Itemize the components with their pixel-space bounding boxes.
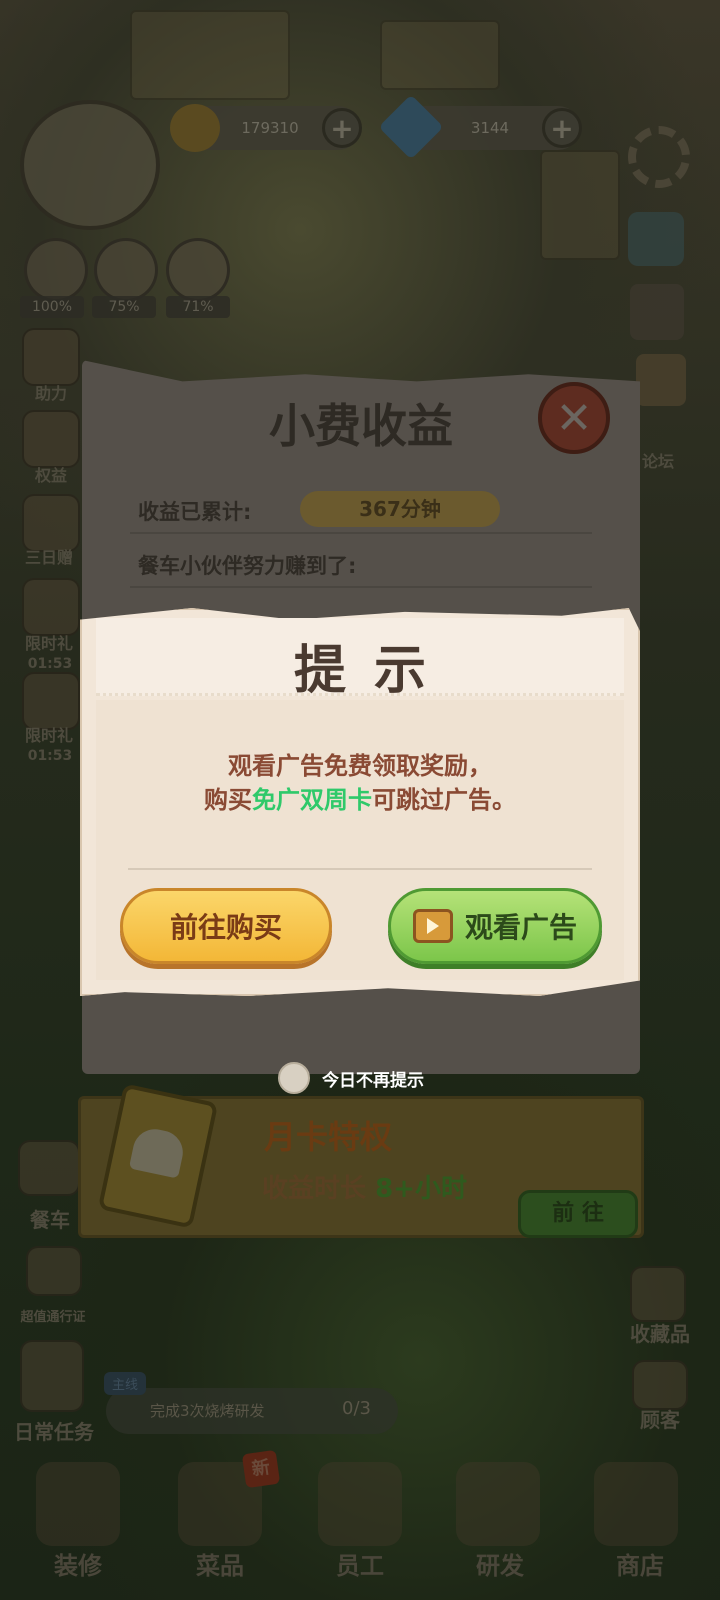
prompt-dialog-title: 提示 bbox=[293, 641, 454, 701]
scenery-shelf bbox=[540, 150, 620, 260]
tv-play-icon bbox=[412, 909, 453, 943]
prompt-divider bbox=[128, 868, 592, 870]
new-badge: 新 bbox=[241, 1449, 281, 1489]
accumulated-value: 367分钟 bbox=[300, 491, 500, 527]
left-menu-limited-1-timer: 01:53 bbox=[27, 656, 73, 672]
coin-icon bbox=[170, 104, 220, 152]
stat-icon-3 bbox=[166, 238, 230, 302]
rights-icon[interactable] bbox=[22, 410, 80, 468]
main-task-bar[interactable]: 主线 完成3次烧烤研发 0/3 bbox=[104, 1372, 398, 1434]
limited-gift-icon-1[interactable] bbox=[22, 578, 80, 636]
monthly-card-subtitle: 收益时长 8+小时 bbox=[262, 1168, 467, 1205]
watch-ad-button[interactable]: 观看广告 bbox=[388, 888, 602, 964]
nav-decoration[interactable]: 装修 bbox=[28, 1546, 128, 1581]
collection-icon[interactable] bbox=[630, 1266, 686, 1322]
assist-icon[interactable] bbox=[22, 328, 80, 386]
food-truck-icon[interactable] bbox=[18, 1140, 80, 1196]
left-menu-limited-2[interactable]: 限时礼 bbox=[16, 722, 82, 746]
monthly-card-subtitle-prefix: 收益时长 bbox=[262, 1174, 376, 1204]
calendar-icon[interactable] bbox=[630, 284, 684, 340]
menu-list-icon[interactable] bbox=[628, 212, 684, 266]
task-tag: 主线 bbox=[104, 1372, 147, 1395]
nav-staff[interactable]: 员工 bbox=[310, 1546, 410, 1581]
stat-icon-1 bbox=[24, 238, 88, 302]
add-gems-button[interactable]: + bbox=[542, 108, 582, 148]
prompt-message-line1: 观看广告免费领取奖励， bbox=[228, 752, 492, 780]
left-menu-battle-pass[interactable]: 超值通行证 bbox=[8, 1306, 98, 1325]
chef-hat-badge[interactable] bbox=[20, 100, 160, 230]
customer-icon[interactable] bbox=[632, 1360, 688, 1410]
right-menu-customer[interactable]: 顾客 bbox=[630, 1404, 690, 1433]
close-icon[interactable]: ✕ bbox=[538, 382, 610, 454]
monthly-card-go-button[interactable]: 前 往 bbox=[518, 1190, 638, 1238]
task-text: 完成3次烧烤研发 bbox=[150, 1402, 265, 1420]
left-menu-assist[interactable]: 助力 bbox=[22, 380, 80, 404]
shop-icon[interactable] bbox=[594, 1462, 678, 1546]
daily-task-icon[interactable] bbox=[20, 1340, 84, 1412]
add-coins-button[interactable]: + bbox=[322, 108, 362, 148]
prompt-line2-prefix: 购买 bbox=[204, 786, 252, 814]
go-buy-label: 前往购买 bbox=[169, 911, 282, 944]
watch-ad-label: 观看广告 bbox=[464, 911, 577, 944]
left-menu-rights[interactable]: 权益 bbox=[22, 462, 80, 486]
no-remind-toggle[interactable]: 今日不再提示 bbox=[278, 1062, 424, 1094]
stat-percent-1: 100% bbox=[20, 296, 84, 318]
task-progress: 0/3 bbox=[342, 1398, 371, 1419]
divider bbox=[130, 532, 592, 534]
gem-value: 3144 bbox=[470, 119, 510, 137]
stat-icon-2 bbox=[94, 238, 158, 302]
chef-hat-icon bbox=[128, 1125, 187, 1179]
settings-gear-icon[interactable] bbox=[628, 126, 690, 188]
left-menu-three-day[interactable]: 三日赠 bbox=[14, 544, 84, 568]
accumulated-label: 收益已累计: bbox=[138, 500, 252, 524]
ad-free-card-link: 免广双周卡 bbox=[252, 786, 372, 814]
left-menu-food-truck[interactable]: 餐车 bbox=[20, 1204, 80, 1233]
stat-percent-3: 71% bbox=[166, 296, 230, 318]
right-menu-collection[interactable]: 收藏品 bbox=[620, 1318, 700, 1347]
nav-research[interactable]: 研发 bbox=[450, 1546, 550, 1581]
stat-percent-2: 75% bbox=[92, 296, 156, 318]
monthly-card-subtitle-value: 8+小时 bbox=[375, 1174, 467, 1204]
nav-shop[interactable]: 商店 bbox=[590, 1546, 690, 1581]
scenery-counter bbox=[130, 10, 290, 100]
research-icon[interactable] bbox=[456, 1462, 540, 1546]
notice-board-icon[interactable] bbox=[636, 354, 686, 406]
left-menu-limited-2-timer: 01:53 bbox=[27, 748, 73, 764]
go-buy-button[interactable]: 前往购买 bbox=[120, 888, 332, 964]
no-remind-radio[interactable] bbox=[278, 1062, 310, 1094]
scenery-table bbox=[380, 20, 500, 90]
coin-value: 179310 bbox=[241, 119, 299, 137]
staff-icon[interactable] bbox=[318, 1462, 402, 1546]
prompt-message-line2: 购买免广双周卡可跳过广告。 bbox=[96, 780, 624, 815]
prompt-line2-suffix: 可跳过广告。 bbox=[372, 786, 516, 814]
earned-label: 餐车小伙伴努力赚到了: bbox=[138, 554, 357, 578]
left-menu-limited-1[interactable]: 限时礼 bbox=[16, 630, 82, 654]
no-remind-label: 今日不再提示 bbox=[322, 1070, 424, 1091]
left-menu-daily-task[interactable]: 日常任务 bbox=[6, 1416, 102, 1445]
nav-dishes[interactable]: 菜品 bbox=[170, 1546, 270, 1581]
battle-pass-icon[interactable] bbox=[26, 1246, 82, 1296]
monthly-card-title: 月卡特权 bbox=[264, 1118, 393, 1156]
decoration-icon[interactable] bbox=[36, 1462, 120, 1546]
divider bbox=[130, 586, 592, 588]
